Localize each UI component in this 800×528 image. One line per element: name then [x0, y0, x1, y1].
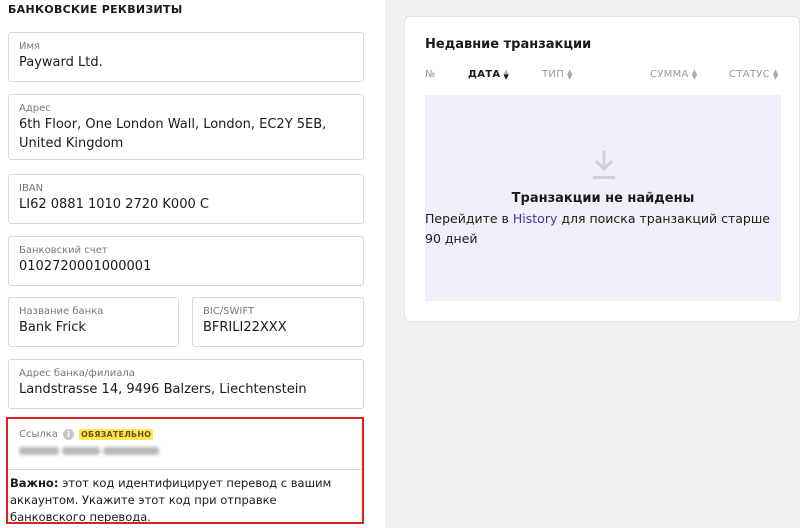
bank-address-value[interactable]: Landstrasse 14, 9496 Balzers, Liechtenst…	[19, 380, 355, 399]
column-num: №	[425, 69, 436, 80]
bank-address-label: Адрес банка/филиала	[19, 368, 135, 379]
divider	[8, 469, 362, 470]
sort-icon: ▲ ▼	[567, 67, 573, 81]
sort-icon: ▲ ▼	[503, 67, 510, 81]
iban-value[interactable]: LI62 0881 1010 2720 K000 C	[19, 195, 355, 214]
column-date-label: ДАТА	[468, 69, 501, 80]
required-badge: ОБЯЗАТЕЛЬНО	[78, 429, 154, 440]
recent-transactions-card: Недавние транзакции № ДАТА ▲ ▼ ТИП ▲ ▼ СУМ…	[404, 16, 800, 322]
iban-label: IBAN	[19, 183, 44, 194]
download-icon	[593, 150, 615, 179]
sort-icon: ▲ ▼	[772, 67, 779, 81]
bank-address-field[interactable]: Адрес банка/филиала Landstrasse 14, 9496…	[8, 359, 364, 409]
name-label: Имя	[19, 41, 41, 52]
name-field[interactable]: Имя Payward Ltd.	[8, 32, 364, 82]
column-type[interactable]: ТИП ▲ ▼	[542, 67, 573, 81]
account-value[interactable]: 0102720001000001	[19, 257, 355, 276]
empty-desc-before: Перейдите в	[425, 211, 513, 226]
reference-label: Ссылка	[19, 429, 58, 440]
empty-state: Транзакции не найдены Перейдите в Histor…	[425, 95, 781, 301]
account-field[interactable]: Банковский счет 0102720001000001	[8, 236, 364, 286]
column-date[interactable]: ДАТА ▲ ▼	[468, 67, 510, 81]
column-amount-label: СУММА	[650, 69, 689, 80]
history-link[interactable]: History	[513, 211, 557, 226]
empty-description: Перейдите в History для поиска транзакци…	[425, 209, 781, 249]
reference-note-bold: Важно:	[10, 476, 59, 490]
account-label: Банковский счет	[19, 245, 108, 256]
bank-name-field[interactable]: Название банка Bank Frick	[8, 297, 179, 347]
address-field[interactable]: Адрес 6th Floor, One London Wall, London…	[8, 94, 364, 160]
transactions-title: Недавние транзакции	[425, 37, 592, 52]
column-type-label: ТИП	[542, 69, 565, 80]
bank-name-label: Название банка	[19, 306, 104, 317]
column-status-label: СТАТУС	[729, 69, 770, 80]
reference-value-redacted[interactable]	[19, 445, 164, 457]
swift-field[interactable]: BIC/SWIFT BFRILI22XXX	[192, 297, 364, 347]
reference-label-row: Ссылка i ОБЯЗАТЕЛЬНО	[19, 429, 154, 440]
address-label: Адрес	[19, 103, 51, 114]
name-value[interactable]: Payward Ltd.	[19, 53, 355, 72]
reference-field[interactable]: Ссылка i ОБЯЗАТЕЛЬНО Важно: этот код иде…	[6, 417, 364, 524]
reference-note: Важно: этот код идентифицирует перевод с…	[10, 475, 354, 526]
column-status[interactable]: СТАТУС ▲ ▼	[729, 67, 779, 81]
bank-details-panel: БАНКОВСКИЕ РЕКВИЗИТЫ Имя Payward Ltd. Ад…	[0, 0, 385, 528]
reference-note-text: этот код идентифицирует перевод с вашим …	[10, 476, 332, 524]
iban-field[interactable]: IBAN LI62 0881 1010 2720 K000 C	[8, 174, 364, 224]
info-icon[interactable]: i	[62, 429, 74, 440]
swift-value[interactable]: BFRILI22XXX	[203, 318, 355, 337]
empty-title: Транзакции не найдены	[511, 191, 695, 206]
address-value[interactable]: 6th Floor, One London Wall, London, EC2Y…	[19, 115, 355, 153]
column-num-label: №	[425, 69, 436, 80]
swift-label: BIC/SWIFT	[203, 306, 255, 317]
sort-icon: ▲ ▼	[691, 67, 698, 81]
section-title: БАНКОВСКИЕ РЕКВИЗИТЫ	[8, 3, 183, 16]
column-amount[interactable]: СУММА ▲ ▼	[650, 67, 698, 81]
bank-name-value[interactable]: Bank Frick	[19, 318, 170, 337]
